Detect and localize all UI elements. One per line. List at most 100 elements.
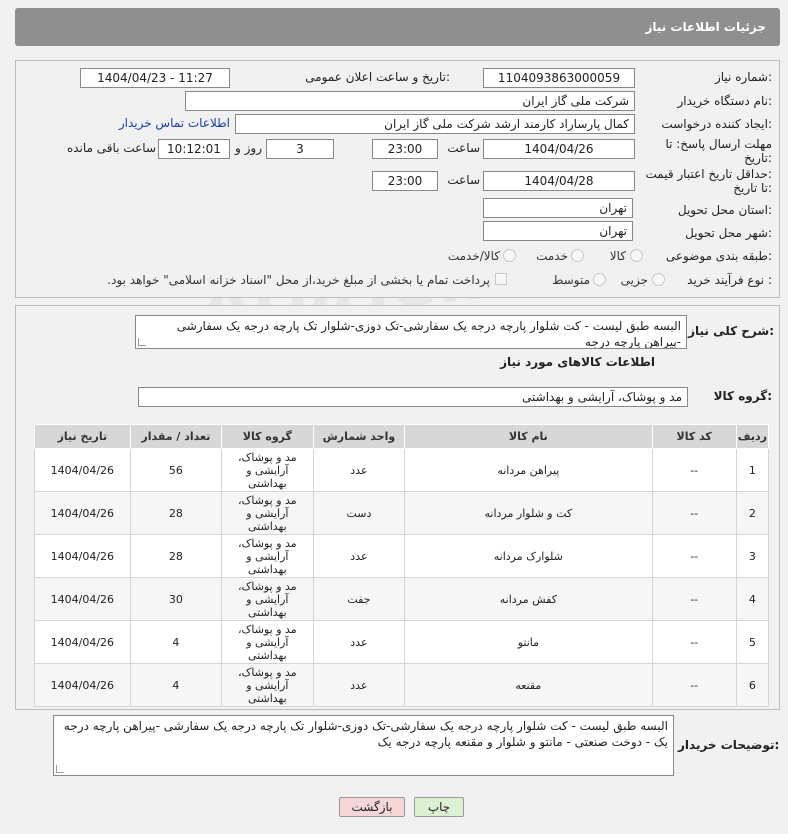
validity-time-label: ساعت	[447, 173, 480, 187]
row-unit: جفت	[312, 577, 406, 621]
buyer-org-label: نام دستگاه خریدار:	[677, 94, 773, 108]
validity-label: حداقل تاریخ اعتبار قیمت: تا تاریخ:	[630, 167, 772, 195]
col-date: تاریخ نیاز	[34, 424, 131, 449]
announce-label: تاریخ و ساعت اعلان عمومی:	[305, 70, 450, 84]
page-title: جزئیات اطلاعات نیاز	[645, 20, 766, 34]
table-row: 5 -- مانتو عدد مد و پوشاک، آرایشی و بهداشتی 4…	[34, 620, 770, 664]
col-code: کد کالا	[651, 424, 737, 449]
province-field: تهران	[483, 198, 633, 218]
category-radio-service[interactable]	[571, 249, 584, 262]
deadline-label-line1: مهلت ارسال پاسخ: تا	[665, 137, 772, 151]
row-group: مد و پوشاک، آرایشی و بهداشتی	[221, 620, 314, 664]
row-qty: 4	[129, 663, 223, 707]
row-code: --	[651, 491, 737, 535]
row-qty: 4	[129, 620, 223, 664]
col-unit: واحد شمارش	[312, 424, 406, 449]
table-row: 4 -- کفش مردانه جفت مد و پوشاک، آرایشی و بهد…	[34, 577, 770, 621]
validity-label-line1: حداقل تاریخ اعتبار قیمت:	[645, 167, 772, 181]
row-index: 1	[735, 448, 770, 492]
row-index: 3	[735, 534, 770, 578]
validity-date-field: 1404/04/28	[483, 171, 635, 191]
buyer-org-field: شرکت ملی گاز ایران	[185, 91, 635, 111]
remaining-time-field: 10:12:01	[158, 139, 230, 159]
row-unit: عدد	[312, 534, 406, 578]
purchase-radio-medium[interactable]	[593, 273, 606, 286]
deadline-time-label: ساعت	[447, 141, 480, 155]
col-group: گروه کالا	[221, 424, 314, 449]
city-label: شهر محل تحویل:	[685, 226, 772, 240]
row-index: 6	[735, 663, 770, 707]
row-unit: دست	[312, 491, 406, 535]
row-code: --	[651, 620, 737, 664]
row-date: 1404/04/26	[34, 448, 131, 492]
purchase-type-label: نوع فرآیند خرید :	[687, 273, 772, 287]
creator-label: ایجاد کننده درخواست:	[661, 117, 772, 131]
row-code: --	[651, 448, 737, 492]
row-index: 5	[735, 620, 770, 664]
row-qty: 28	[129, 491, 223, 535]
row-group: مد و پوشاک، آرایشی و بهداشتی	[221, 448, 314, 492]
row-date: 1404/04/26	[34, 577, 131, 621]
row-index: 4	[735, 577, 770, 621]
treasury-checkbox[interactable]	[495, 273, 507, 285]
announce-field: 1404/04/23 - 11:27	[80, 68, 230, 88]
days-label: روز و	[235, 141, 262, 155]
buyer-notes-textarea: البسه طبق لیست - کت شلوار پارچه درجه یک …	[53, 715, 674, 776]
province-label: استان محل تحویل:	[677, 203, 772, 217]
resize-handle[interactable]	[56, 765, 64, 773]
purchase-medium-label: متوسط	[552, 273, 590, 287]
remaining-label: ساعت باقی مانده	[66, 141, 156, 155]
deadline-date-field: 1404/04/26	[483, 139, 635, 159]
row-qty: 30	[129, 577, 223, 621]
deadline-label-line2: تاریخ:	[744, 151, 772, 165]
col-name: نام کالا	[404, 424, 653, 449]
row-qty: 56	[129, 448, 223, 492]
category-both-label: کالا/خدمت	[447, 249, 500, 263]
category-service-label: خدمت	[536, 249, 568, 263]
table-row: 2 -- کت و شلوار مردانه دست مد و پوشاک، آرایش…	[34, 491, 770, 535]
table-row: 6 -- مقنعه عدد مد و پوشاک، آرایشی و بهداشتی 4…	[34, 663, 770, 707]
category-goods-label: کالا	[609, 249, 626, 263]
days-field: 3	[266, 139, 334, 159]
row-group: مد و پوشاک، آرایشی و بهداشتی	[221, 491, 314, 535]
row-date: 1404/04/26	[34, 491, 131, 535]
row-date: 1404/04/26	[34, 534, 131, 578]
category-label: طبقه بندی موضوعی:	[665, 249, 772, 263]
row-code: --	[651, 663, 737, 707]
creator-field: کمال پارساراد کارمند ارشد شرکت ملی گاز ا…	[235, 114, 635, 134]
row-group: مد و پوشاک، آرایشی و بهداشتی	[221, 577, 314, 621]
row-date: 1404/04/26	[34, 620, 131, 664]
row-code: --	[651, 534, 737, 578]
row-name: کت و شلوار مردانه	[404, 491, 653, 535]
goods-section-title: اطلاعات کالاهای مورد نیاز	[500, 355, 655, 369]
resize-handle[interactable]	[138, 338, 146, 346]
print-button[interactable]: چاپ	[414, 797, 464, 817]
contact-link[interactable]: اطلاعات تماس خریدار	[110, 116, 230, 130]
col-idx: ردیف	[735, 424, 770, 449]
description-textarea: البسه طبق لیست - کت شلوار پارچه درجه یک …	[135, 315, 687, 349]
row-name: پیراهن مردانه	[404, 448, 653, 492]
goods-group-field: مد و پوشاک، آرایشی و بهداشتی	[138, 387, 688, 407]
row-name: مقنعه	[404, 663, 653, 707]
row-code: --	[651, 577, 737, 621]
row-group: مد و پوشاک، آرایشی و بهداشتی	[221, 534, 314, 578]
buyer-notes-text: البسه طبق لیست - کت شلوار پارچه درجه یک …	[63, 719, 668, 749]
row-qty: 28	[129, 534, 223, 578]
goods-table: ردیف کد کالا نام کالا واحد شمارش گروه کا…	[34, 424, 770, 707]
back-button[interactable]: بازگشت	[339, 797, 405, 817]
page-header: جزئیات اطلاعات نیاز	[15, 8, 780, 46]
table-row: 3 -- شلوارک مردانه عدد مد و پوشاک، آرایشی و …	[34, 534, 770, 578]
row-group: مد و پوشاک، آرایشی و بهداشتی	[221, 663, 314, 707]
col-qty: تعداد / مقدار	[129, 424, 223, 449]
category-radio-goods[interactable]	[630, 249, 643, 262]
row-name: شلوارک مردانه	[404, 534, 653, 578]
payment-note: پرداخت تمام یا بخشی از مبلغ خرید،از محل …	[107, 273, 490, 287]
row-name: کفش مردانه	[404, 577, 653, 621]
deadline-label: مهلت ارسال پاسخ: تا تاریخ:	[640, 137, 772, 165]
purchase-radio-minor[interactable]	[652, 273, 665, 286]
row-index: 2	[735, 491, 770, 535]
category-radio-both[interactable]	[503, 249, 516, 262]
row-date: 1404/04/26	[34, 663, 131, 707]
purchase-minor-label: جزیی	[620, 273, 648, 287]
description-text: البسه طبق لیست - کت شلوار پارچه درجه یک …	[176, 319, 681, 349]
